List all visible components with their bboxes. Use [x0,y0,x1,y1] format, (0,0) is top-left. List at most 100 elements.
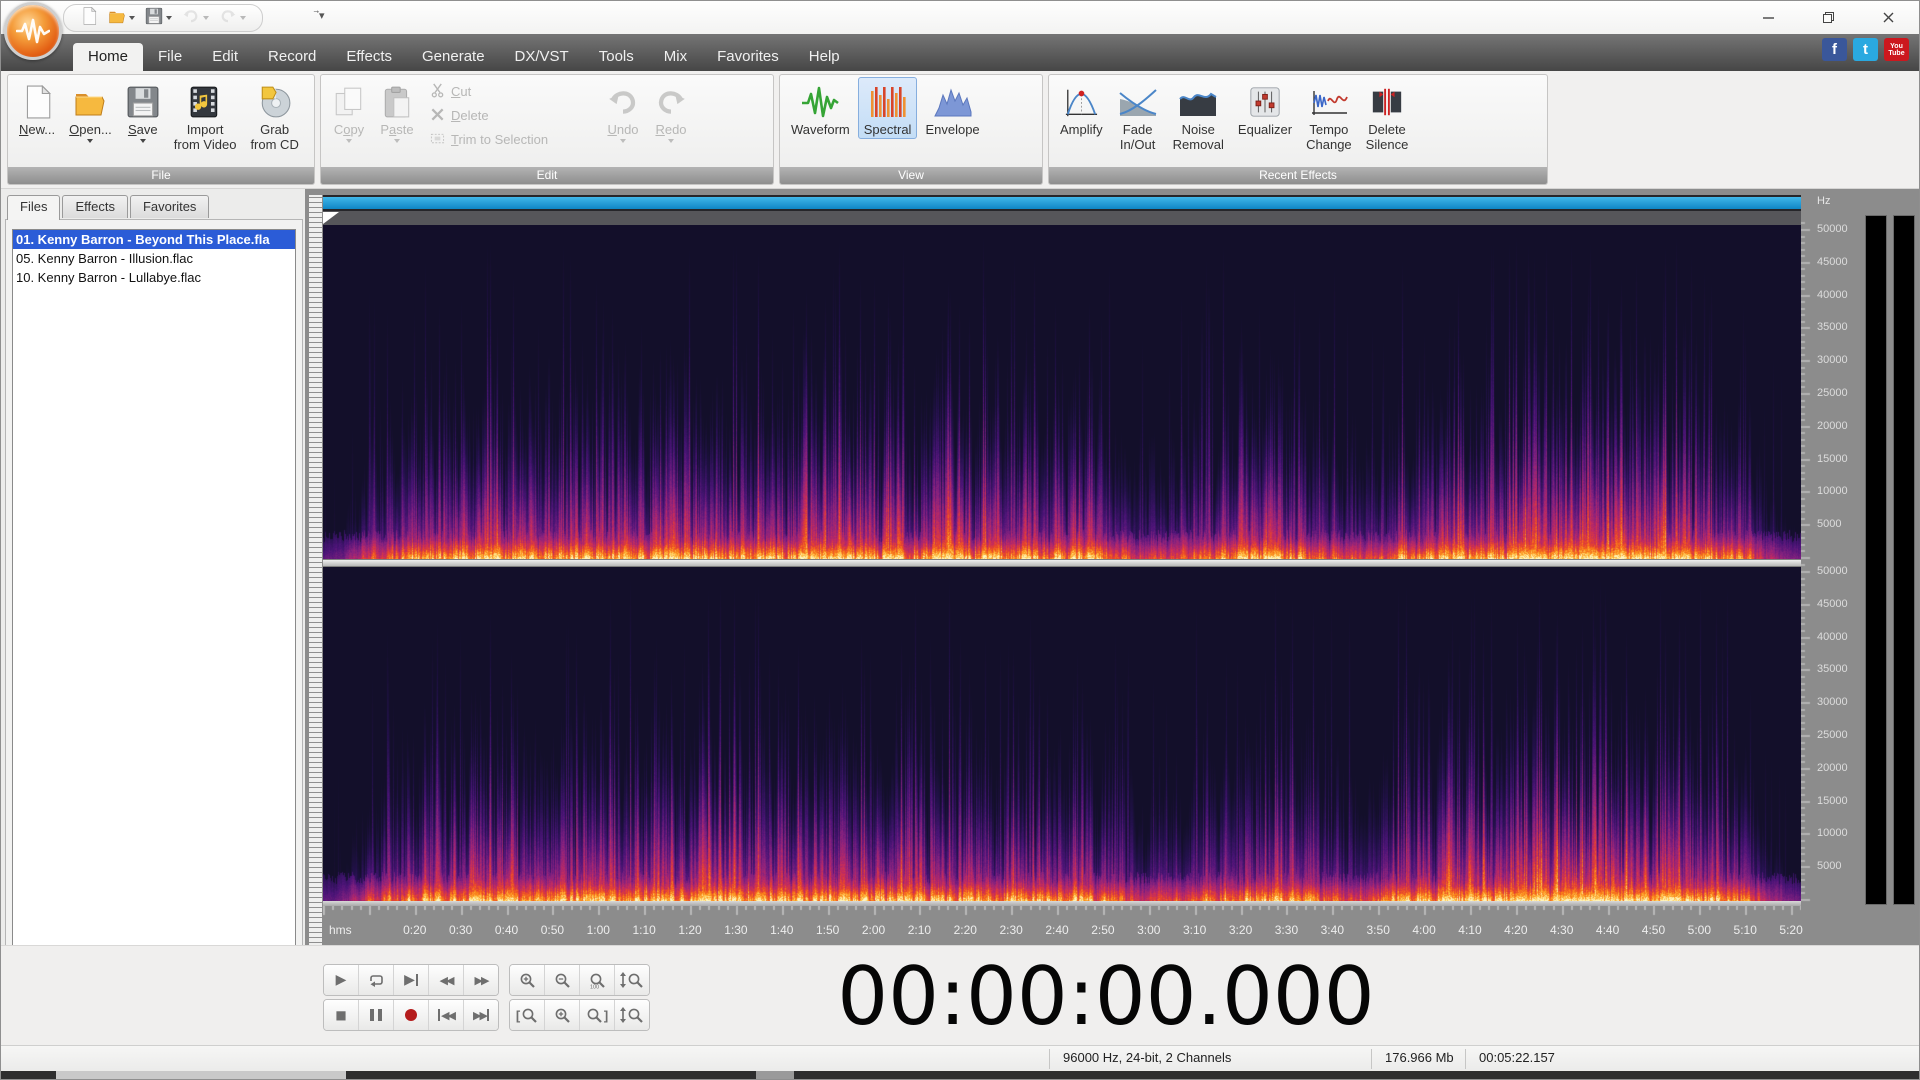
delete-silence-button[interactable]: Delete Silence [1360,77,1415,154]
status-separator [1049,1049,1050,1069]
time-ruler-label: 3:10 [1182,923,1207,937]
tab-help[interactable]: Help [794,43,855,71]
dropdown-arrow-icon[interactable] [240,16,246,20]
maximize-button[interactable] [1813,6,1843,30]
time-ruler[interactable]: hms 0:20 0:30 0:40 0:50 1:00 1:10 1:20 1:30 1:40… [323,906,1803,943]
tab-tools[interactable]: Tools [584,43,649,71]
zoom-100-button[interactable]: 100 [580,965,615,995]
file-list-item[interactable]: 05. Kenny Barron - Illusion.flac [13,249,295,268]
sidebar-tab-favorites[interactable]: Favorites [129,195,210,218]
frequency-label: 10000 [1817,827,1848,840]
go-to-end-button[interactable]: ▶▶ [464,1000,498,1030]
pause-button[interactable] [359,1000,394,1030]
zoom-in-button[interactable] [510,965,545,995]
youtube-icon[interactable]: You Tube [1884,38,1909,61]
dropdown-arrow-icon[interactable] [139,139,146,143]
facebook-icon[interactable]: f [1822,38,1847,61]
amplify-button[interactable]: Amplify [1054,77,1109,139]
play-position-marker-icon[interactable] [323,212,339,224]
status-total-length: 00:05:22.157 [1479,1050,1555,1065]
qat-redo-button[interactable] [215,5,250,32]
spectrogram-channel-2[interactable] [323,567,1801,901]
delete-button[interactable]: Delete [430,107,590,124]
tab-generate[interactable]: Generate [407,43,500,71]
open-button[interactable]: Open... [63,77,118,146]
spectrogram-channel-1[interactable] [323,225,1801,559]
undo-button[interactable]: Undo [600,77,646,146]
time-ruler-label: 2:40 [1045,923,1069,937]
tab-mix[interactable]: Mix [649,43,702,71]
save-button[interactable]: Save [120,77,166,146]
tab-dx-vst[interactable]: DX/VST [500,43,584,71]
loop-play-button[interactable] [359,965,394,995]
overview-position-bar[interactable] [323,195,1801,211]
frequency-label: 35000 [1817,663,1848,676]
twitter-icon[interactable]: t [1853,38,1878,61]
grab-from-cd-button[interactable]: Grab from CD [244,77,304,154]
zoom-selection-end-button[interactable]: ] [580,1000,615,1030]
dropdown-arrow-icon[interactable] [129,16,135,20]
fast-forward-button[interactable]: ▶▶ [464,965,498,995]
zoom-vertical-out-button[interactable] [615,1000,649,1030]
tab-file[interactable]: File [143,43,197,71]
zoom-selection-start-button[interactable]: [ [510,1000,545,1030]
zoom-out-button[interactable] [545,965,580,995]
zoom-selection-button[interactable] [545,1000,580,1030]
play-button[interactable]: ▶ [324,965,359,995]
sidebar-tab-effects[interactable]: Effects [62,195,128,218]
redo-icon [219,7,237,30]
dropdown-arrow-icon[interactable] [668,139,674,143]
tab-edit[interactable]: Edit [197,43,253,71]
spectral-view-button[interactable]: Spectral [857,77,918,139]
file-list-item[interactable]: 01. Kenny Barron - Beyond This Place.fla [13,230,295,249]
paste-button[interactable]: Paste [374,77,420,146]
waveform-icon [799,82,841,122]
stop-button[interactable]: ■ [324,1000,359,1030]
noise-removal-button[interactable]: Noise Removal [1167,77,1230,154]
dropdown-arrow-icon[interactable] [203,16,209,20]
group-label: View [780,167,1042,184]
file-list-item[interactable]: 10. Kenny Barron - Lullabye.flac [13,268,295,287]
qat-save-button[interactable] [141,5,176,32]
frequency-label: 15000 [1817,794,1848,807]
trim-to-selection-button[interactable]: Trim to Selection [430,131,590,148]
group-body: Amplify Fade In/Out Noise Removal Equalizer Te… [1049,75,1547,167]
zoom-vertical-in-button[interactable] [615,965,649,995]
fade-in-out-button[interactable]: Fade In/Out [1111,77,1165,154]
dropdown-arrow-icon[interactable] [620,139,626,143]
import-from-video-button[interactable]: Import from Video [168,77,243,154]
envelope-view-button[interactable]: Envelope [919,77,985,139]
qat-open-button[interactable] [104,5,139,32]
sidebar: Files Effects Favorites 01. Kenny Barron -… [5,193,303,1041]
dropdown-arrow-icon[interactable] [166,16,172,20]
qat-undo-button[interactable] [178,5,213,32]
qat-new-button[interactable] [76,5,102,32]
sidebar-tab-files[interactable]: Files [7,195,61,220]
record-button[interactable] [394,1000,429,1030]
new-button[interactable]: New... [13,77,61,139]
close-button[interactable] [1873,6,1903,30]
frequency-label: 40000 [1817,630,1848,643]
tab-effects[interactable]: Effects [331,43,407,71]
play-to-end-button[interactable]: ▶ [394,965,429,995]
tab-home[interactable]: Home [73,43,144,71]
waveform-view-button[interactable]: Waveform [785,77,856,139]
copy-button[interactable]: Copy [326,77,372,146]
button-label: Copy [333,122,365,137]
go-to-start-button[interactable]: ◀◀ [429,1000,464,1030]
qat-customize-button[interactable]: ⃗▾ [319,9,325,22]
dropdown-arrow-icon[interactable] [394,139,400,143]
equalizer-button[interactable]: Equalizer [1232,77,1298,139]
redo-button[interactable]: Redo [648,77,694,146]
rewind-button[interactable]: ◀◀ [429,965,464,995]
app-logo[interactable] [4,2,62,60]
dropdown-arrow-icon[interactable] [346,139,352,143]
dropdown-arrow-icon[interactable] [87,139,94,143]
minimize-button[interactable] [1753,6,1783,30]
tempo-change-button[interactable]: Tempo Change [1300,77,1358,154]
frequency-label: 40000 [1817,288,1848,301]
tab-favorites[interactable]: Favorites [702,43,794,71]
tab-record[interactable]: Record [253,43,331,71]
cut-button[interactable]: Cut [430,83,590,100]
position-marker-strip[interactable] [323,211,1801,225]
